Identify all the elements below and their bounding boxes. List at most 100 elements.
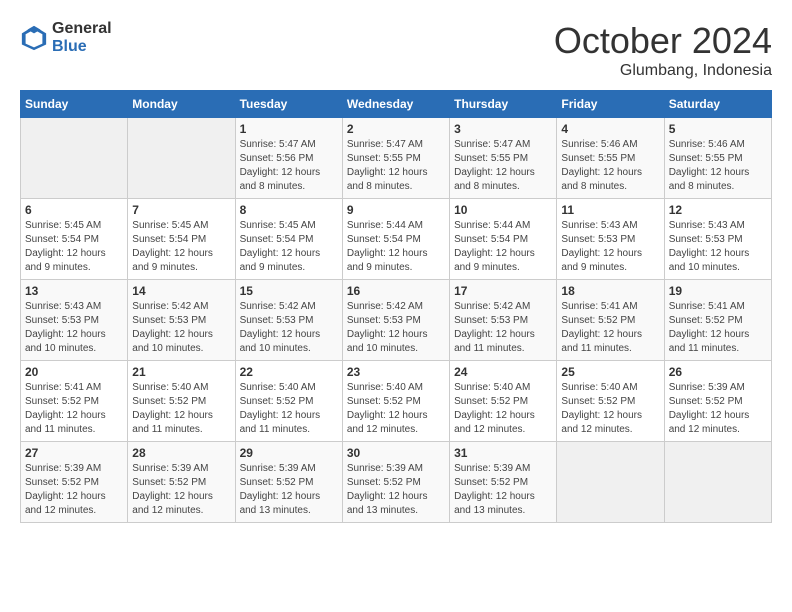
day-number: 14	[132, 284, 230, 298]
day-info: Sunrise: 5:42 AMSunset: 5:53 PMDaylight:…	[454, 300, 552, 356]
day-cell: 6Sunrise: 5:45 AMSunset: 5:54 PMDaylight…	[21, 199, 128, 280]
day-number: 23	[347, 365, 445, 379]
header-row: SundayMondayTuesdayWednesdayThursdayFrid…	[21, 91, 772, 118]
day-number: 29	[240, 446, 338, 460]
day-info: Sunrise: 5:43 AMSunset: 5:53 PMDaylight:…	[25, 300, 123, 356]
day-number: 2	[347, 122, 445, 136]
day-number: 5	[669, 122, 767, 136]
day-info: Sunrise: 5:43 AMSunset: 5:53 PMDaylight:…	[669, 219, 767, 275]
logo-text: General Blue	[52, 20, 112, 55]
logo: General Blue	[20, 20, 112, 55]
header-sunday: Sunday	[21, 91, 128, 118]
day-cell	[557, 442, 664, 523]
week-row-1: 1 Sunrise: 5:47 AMSunset: 5:56 PMDaylight…	[21, 118, 772, 199]
week-row-5: 27 Sunrise: 5:39 AMSunset: 5:52 PMDayligh…	[21, 442, 772, 523]
day-number: 17	[454, 284, 552, 298]
day-number: 4	[561, 122, 659, 136]
day-info: Sunrise: 5:40 AMSunset: 5:52 PMDaylight:…	[132, 381, 230, 437]
day-cell: 11Sunrise: 5:43 AMSunset: 5:53 PMDayligh…	[557, 199, 664, 280]
day-info: Sunrise: 5:40 AMSunset: 5:52 PMDaylight:…	[454, 381, 552, 437]
day-cell: 16 Sunrise: 5:42 AMSunset: 5:53 PMDayligh…	[342, 280, 449, 361]
day-number: 3	[454, 122, 552, 136]
header-saturday: Saturday	[664, 91, 771, 118]
day-number: 28	[132, 446, 230, 460]
day-number: 16	[347, 284, 445, 298]
day-info: Sunrise: 5:44 AMSunset: 5:54 PMDaylight:…	[454, 219, 552, 275]
header-tuesday: Tuesday	[235, 91, 342, 118]
day-number: 31	[454, 446, 552, 460]
week-row-3: 13 Sunrise: 5:43 AMSunset: 5:53 PMDayligh…	[21, 280, 772, 361]
day-info: Sunrise: 5:44 AMSunset: 5:54 PMDaylight:…	[347, 219, 445, 275]
day-info: Sunrise: 5:39 AMSunset: 5:52 PMDaylight:…	[25, 462, 123, 518]
day-cell: 13 Sunrise: 5:43 AMSunset: 5:53 PMDayligh…	[21, 280, 128, 361]
week-row-4: 20 Sunrise: 5:41 AMSunset: 5:52 PMDayligh…	[21, 361, 772, 442]
day-info: Sunrise: 5:46 AMSunset: 5:55 PMDaylight:…	[561, 138, 659, 194]
day-cell: 2Sunrise: 5:47 AMSunset: 5:55 PMDaylight…	[342, 118, 449, 199]
day-cell: 4 Sunrise: 5:46 AMSunset: 5:55 PMDaylight…	[557, 118, 664, 199]
month-title: October 2024	[554, 20, 772, 62]
day-info: Sunrise: 5:43 AMSunset: 5:53 PMDaylight:…	[561, 219, 659, 275]
day-number: 20	[25, 365, 123, 379]
header-thursday: Thursday	[450, 91, 557, 118]
day-cell: 22Sunrise: 5:40 AMSunset: 5:52 PMDayligh…	[235, 361, 342, 442]
day-number: 9	[347, 203, 445, 217]
day-cell: 10 Sunrise: 5:44 AMSunset: 5:54 PMDayligh…	[450, 199, 557, 280]
day-number: 27	[25, 446, 123, 460]
day-cell: 18Sunrise: 5:41 AMSunset: 5:52 PMDayligh…	[557, 280, 664, 361]
day-cell: 7 Sunrise: 5:45 AMSunset: 5:54 PMDaylight…	[128, 199, 235, 280]
logo-blue: Blue	[52, 38, 112, 56]
day-info: Sunrise: 5:46 AMSunset: 5:55 PMDaylight:…	[669, 138, 767, 194]
day-cell: 19Sunrise: 5:41 AMSunset: 5:52 PMDayligh…	[664, 280, 771, 361]
day-info: Sunrise: 5:47 AMSunset: 5:55 PMDaylight:…	[454, 138, 552, 194]
day-info: Sunrise: 5:45 AMSunset: 5:54 PMDaylight:…	[132, 219, 230, 275]
day-number: 26	[669, 365, 767, 379]
logo-icon	[20, 24, 48, 52]
day-cell	[128, 118, 235, 199]
day-info: Sunrise: 5:42 AMSunset: 5:53 PMDaylight:…	[240, 300, 338, 356]
day-cell: 5 Sunrise: 5:46 AMSunset: 5:55 PMDaylight…	[664, 118, 771, 199]
day-info: Sunrise: 5:45 AMSunset: 5:54 PMDaylight:…	[25, 219, 123, 275]
day-info: Sunrise: 5:40 AMSunset: 5:52 PMDaylight:…	[347, 381, 445, 437]
day-cell: 21Sunrise: 5:40 AMSunset: 5:52 PMDayligh…	[128, 361, 235, 442]
day-number: 1	[240, 122, 338, 136]
day-number: 8	[240, 203, 338, 217]
day-info: Sunrise: 5:47 AMSunset: 5:56 PMDaylight:…	[240, 138, 338, 194]
day-cell: 27 Sunrise: 5:39 AMSunset: 5:52 PMDayligh…	[21, 442, 128, 523]
day-cell: 23 Sunrise: 5:40 AMSunset: 5:52 PMDayligh…	[342, 361, 449, 442]
day-number: 15	[240, 284, 338, 298]
day-cell: 26 Sunrise: 5:39 AMSunset: 5:52 PMDayligh…	[664, 361, 771, 442]
header-friday: Friday	[557, 91, 664, 118]
day-cell	[21, 118, 128, 199]
day-cell	[664, 442, 771, 523]
day-cell: 31Sunrise: 5:39 AMSunset: 5:52 PMDayligh…	[450, 442, 557, 523]
header-wednesday: Wednesday	[342, 91, 449, 118]
day-cell: 1 Sunrise: 5:47 AMSunset: 5:56 PMDaylight…	[235, 118, 342, 199]
day-number: 10	[454, 203, 552, 217]
day-number: 22	[240, 365, 338, 379]
day-info: Sunrise: 5:45 AMSunset: 5:54 PMDaylight:…	[240, 219, 338, 275]
day-cell: 17 Sunrise: 5:42 AMSunset: 5:53 PMDayligh…	[450, 280, 557, 361]
day-cell: 14 Sunrise: 5:42 AMSunset: 5:53 PMDayligh…	[128, 280, 235, 361]
location: Glumbang, Indonesia	[554, 62, 772, 80]
day-info: Sunrise: 5:40 AMSunset: 5:52 PMDaylight:…	[561, 381, 659, 437]
day-info: Sunrise: 5:42 AMSunset: 5:53 PMDaylight:…	[347, 300, 445, 356]
calendar-table: SundayMondayTuesdayWednesdayThursdayFrid…	[20, 90, 772, 523]
day-cell: 25 Sunrise: 5:40 AMSunset: 5:52 PMDayligh…	[557, 361, 664, 442]
day-cell: 12Sunrise: 5:43 AMSunset: 5:53 PMDayligh…	[664, 199, 771, 280]
day-number: 13	[25, 284, 123, 298]
week-row-2: 6Sunrise: 5:45 AMSunset: 5:54 PMDaylight…	[21, 199, 772, 280]
day-number: 18	[561, 284, 659, 298]
day-info: Sunrise: 5:41 AMSunset: 5:52 PMDaylight:…	[25, 381, 123, 437]
day-number: 25	[561, 365, 659, 379]
day-number: 7	[132, 203, 230, 217]
day-number: 19	[669, 284, 767, 298]
day-info: Sunrise: 5:42 AMSunset: 5:53 PMDaylight:…	[132, 300, 230, 356]
day-cell: 9 Sunrise: 5:44 AMSunset: 5:54 PMDaylight…	[342, 199, 449, 280]
logo-general: General	[52, 20, 112, 38]
day-number: 30	[347, 446, 445, 460]
day-cell: 24Sunrise: 5:40 AMSunset: 5:52 PMDayligh…	[450, 361, 557, 442]
day-cell: 29Sunrise: 5:39 AMSunset: 5:52 PMDayligh…	[235, 442, 342, 523]
day-info: Sunrise: 5:39 AMSunset: 5:52 PMDaylight:…	[669, 381, 767, 437]
page-header: General Blue October 2024 Glumbang, Indo…	[20, 20, 772, 80]
day-cell: 30Sunrise: 5:39 AMSunset: 5:52 PMDayligh…	[342, 442, 449, 523]
